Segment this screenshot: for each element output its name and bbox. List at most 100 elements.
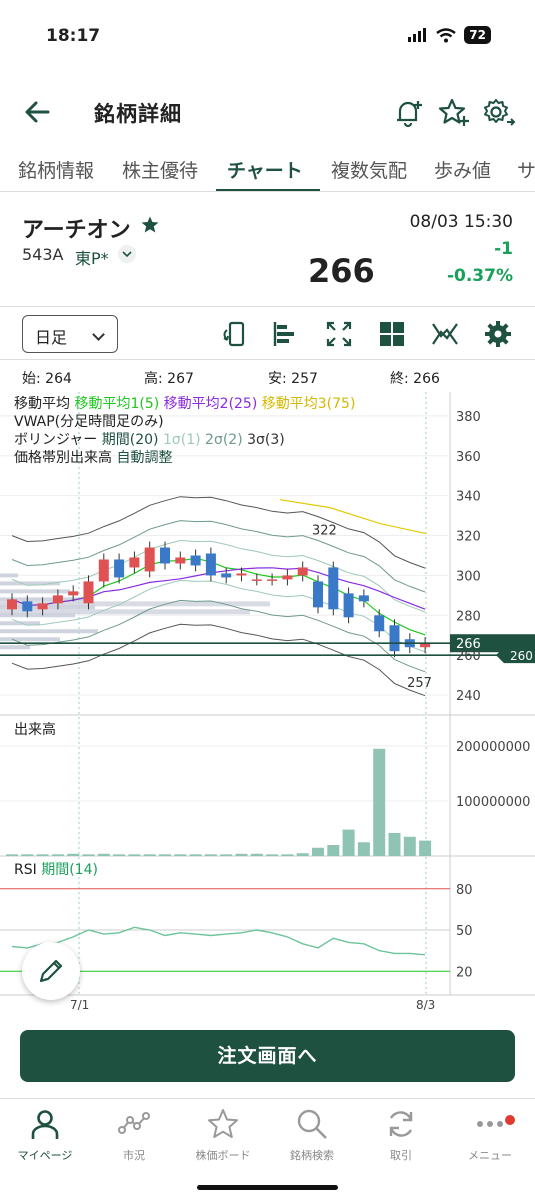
candle-body	[282, 575, 293, 580]
nav-trade[interactable]: 取引	[356, 1107, 446, 1163]
price-tick-label: 300	[456, 569, 481, 584]
moving-average-line	[279, 499, 427, 535]
tab-chart[interactable]: チャート	[227, 156, 303, 183]
nav-menu[interactable]: メニュー	[445, 1107, 535, 1163]
tab-stock-info[interactable]: 銘柄情報	[18, 156, 94, 183]
legend-vp-mode: 自動調整	[116, 450, 173, 466]
volume-bar	[67, 853, 80, 856]
trade-cycle-icon	[389, 1111, 413, 1137]
layout-grid-icon[interactable]	[378, 320, 406, 348]
status-icons: 72	[408, 26, 491, 44]
fullscreen-icon[interactable]	[325, 320, 353, 348]
rotate-screen-icon[interactable]	[219, 320, 247, 348]
drawing-tool-button[interactable]	[22, 942, 80, 1000]
chevron-down-icon	[92, 328, 105, 341]
period-dropdown[interactable]: 日足	[22, 315, 118, 353]
candle-body	[328, 567, 339, 610]
battery-indicator: 72	[464, 26, 491, 44]
chevron-down-icon[interactable]	[118, 245, 136, 263]
candle-body	[175, 557, 186, 564]
home-indicator	[197, 1185, 338, 1190]
crosshair-label: 260	[510, 649, 533, 663]
nav-price-board[interactable]: 株価ボード	[178, 1107, 268, 1163]
app-header: 銘柄詳細	[0, 84, 535, 140]
volume-profile-bar	[0, 645, 30, 650]
tab-more[interactable]: サ	[517, 156, 535, 183]
nav-menu-label: メニュー	[468, 1149, 512, 1162]
candle-body	[190, 555, 201, 566]
volume-profile-bar	[0, 573, 18, 578]
price-tick-label: 380	[456, 410, 481, 425]
period-dropdown-label: 日足	[35, 328, 68, 347]
add-favorite-star-icon[interactable]	[437, 96, 471, 130]
legend-bb-period: 期間(20)	[101, 432, 159, 448]
rsi-legend: RSI 期間(14)	[14, 861, 98, 879]
nav-stock-search-label: 銘柄検索	[290, 1149, 334, 1162]
volume-bar	[388, 832, 401, 856]
chart-settings-gear-icon[interactable]	[484, 320, 512, 348]
person-icon	[31, 1110, 59, 1139]
market-trend-icon	[118, 1112, 150, 1134]
tab-shareholder-benefits[interactable]: 株主優待	[122, 156, 198, 183]
nav-stock-search[interactable]: 銘柄検索	[267, 1107, 357, 1163]
volume-bar	[419, 840, 432, 856]
volume-bars	[6, 748, 432, 856]
search-icon	[297, 1109, 327, 1139]
price-tick-label: 240	[456, 689, 481, 704]
price-tick-label: 320	[456, 530, 481, 545]
candle-body	[221, 573, 232, 578]
bollinger-line	[11, 623, 426, 697]
market-selector[interactable]: 東P*	[75, 245, 109, 269]
legend-ma1: 移動平均1(5)	[74, 396, 160, 412]
status-time: 18:17	[46, 26, 101, 46]
candle-body	[343, 593, 354, 618]
volume-bar	[281, 854, 294, 856]
volume-bar	[51, 854, 64, 856]
active-tab-indicator	[216, 189, 320, 191]
volume-bar	[36, 854, 49, 856]
legend-ma2: 移動平均2(25)	[163, 396, 258, 412]
tab-time-and-sales[interactable]: 歩み値	[434, 156, 491, 183]
stock-name: アーチオン	[22, 218, 131, 243]
ohlc-open: 始: 264	[22, 371, 72, 387]
legend-vp-row: 価格帯別出来高 自動調整	[14, 449, 355, 467]
indicator-legend: 移動平均 移動平均1(5) 移動平均2(25) 移動平均3(75) VWAP(分…	[14, 395, 355, 467]
chart-grid	[0, 392, 535, 996]
volume-bar	[357, 842, 370, 856]
nav-mypage[interactable]: マイページ	[0, 1107, 90, 1163]
candle-body	[205, 553, 216, 576]
indicator-icon[interactable]	[431, 320, 459, 348]
settings-gear-icon[interactable]	[482, 96, 516, 130]
candle-body	[98, 559, 109, 582]
ohlc-high: 高: 267	[144, 371, 194, 387]
volume-bar	[159, 854, 171, 856]
ohlc-close: 終: 266	[390, 371, 440, 387]
volume-bar	[143, 854, 156, 856]
tab-depth-quotes[interactable]: 複数気配	[331, 156, 407, 183]
volume-profile-icon[interactable]	[271, 320, 299, 348]
quote-timestamp: 08/03 15:30	[409, 212, 513, 232]
volume-bar	[266, 854, 279, 856]
pencil-icon	[39, 959, 63, 983]
volume-bar	[21, 854, 34, 856]
back-arrow-icon[interactable]	[22, 96, 54, 128]
candle-body	[374, 615, 385, 632]
stock-chart[interactable]: 2402602803003203403603802662603222571000…	[0, 392, 535, 1010]
volume-bar	[189, 854, 202, 856]
legend-bb-row: ボリンジャー 期間(20) 1σ(1) 2σ(2) 3σ(3)	[14, 431, 355, 449]
price-tick-label: 280	[456, 609, 481, 624]
price-tick-label: 340	[456, 490, 481, 505]
legend-ma-label: 移動平均	[14, 396, 70, 412]
volume-bar	[327, 845, 340, 856]
more-dots-icon	[477, 1121, 503, 1127]
order-screen-button[interactable]: 注文画面へ	[20, 1030, 515, 1082]
nav-mypage-label: マイページ	[17, 1149, 73, 1162]
ohlc-bar: 始: 264 高: 267 安: 257 終: 266	[0, 368, 535, 390]
volume-bar	[128, 854, 141, 856]
candle-body	[389, 625, 400, 652]
low-annotation: 257	[407, 676, 432, 691]
nav-market[interactable]: 市況	[89, 1107, 179, 1163]
nav-trade-label: 取引	[390, 1149, 412, 1162]
add-alert-bell-icon[interactable]	[392, 96, 426, 130]
favorite-star-icon[interactable]	[140, 215, 160, 235]
